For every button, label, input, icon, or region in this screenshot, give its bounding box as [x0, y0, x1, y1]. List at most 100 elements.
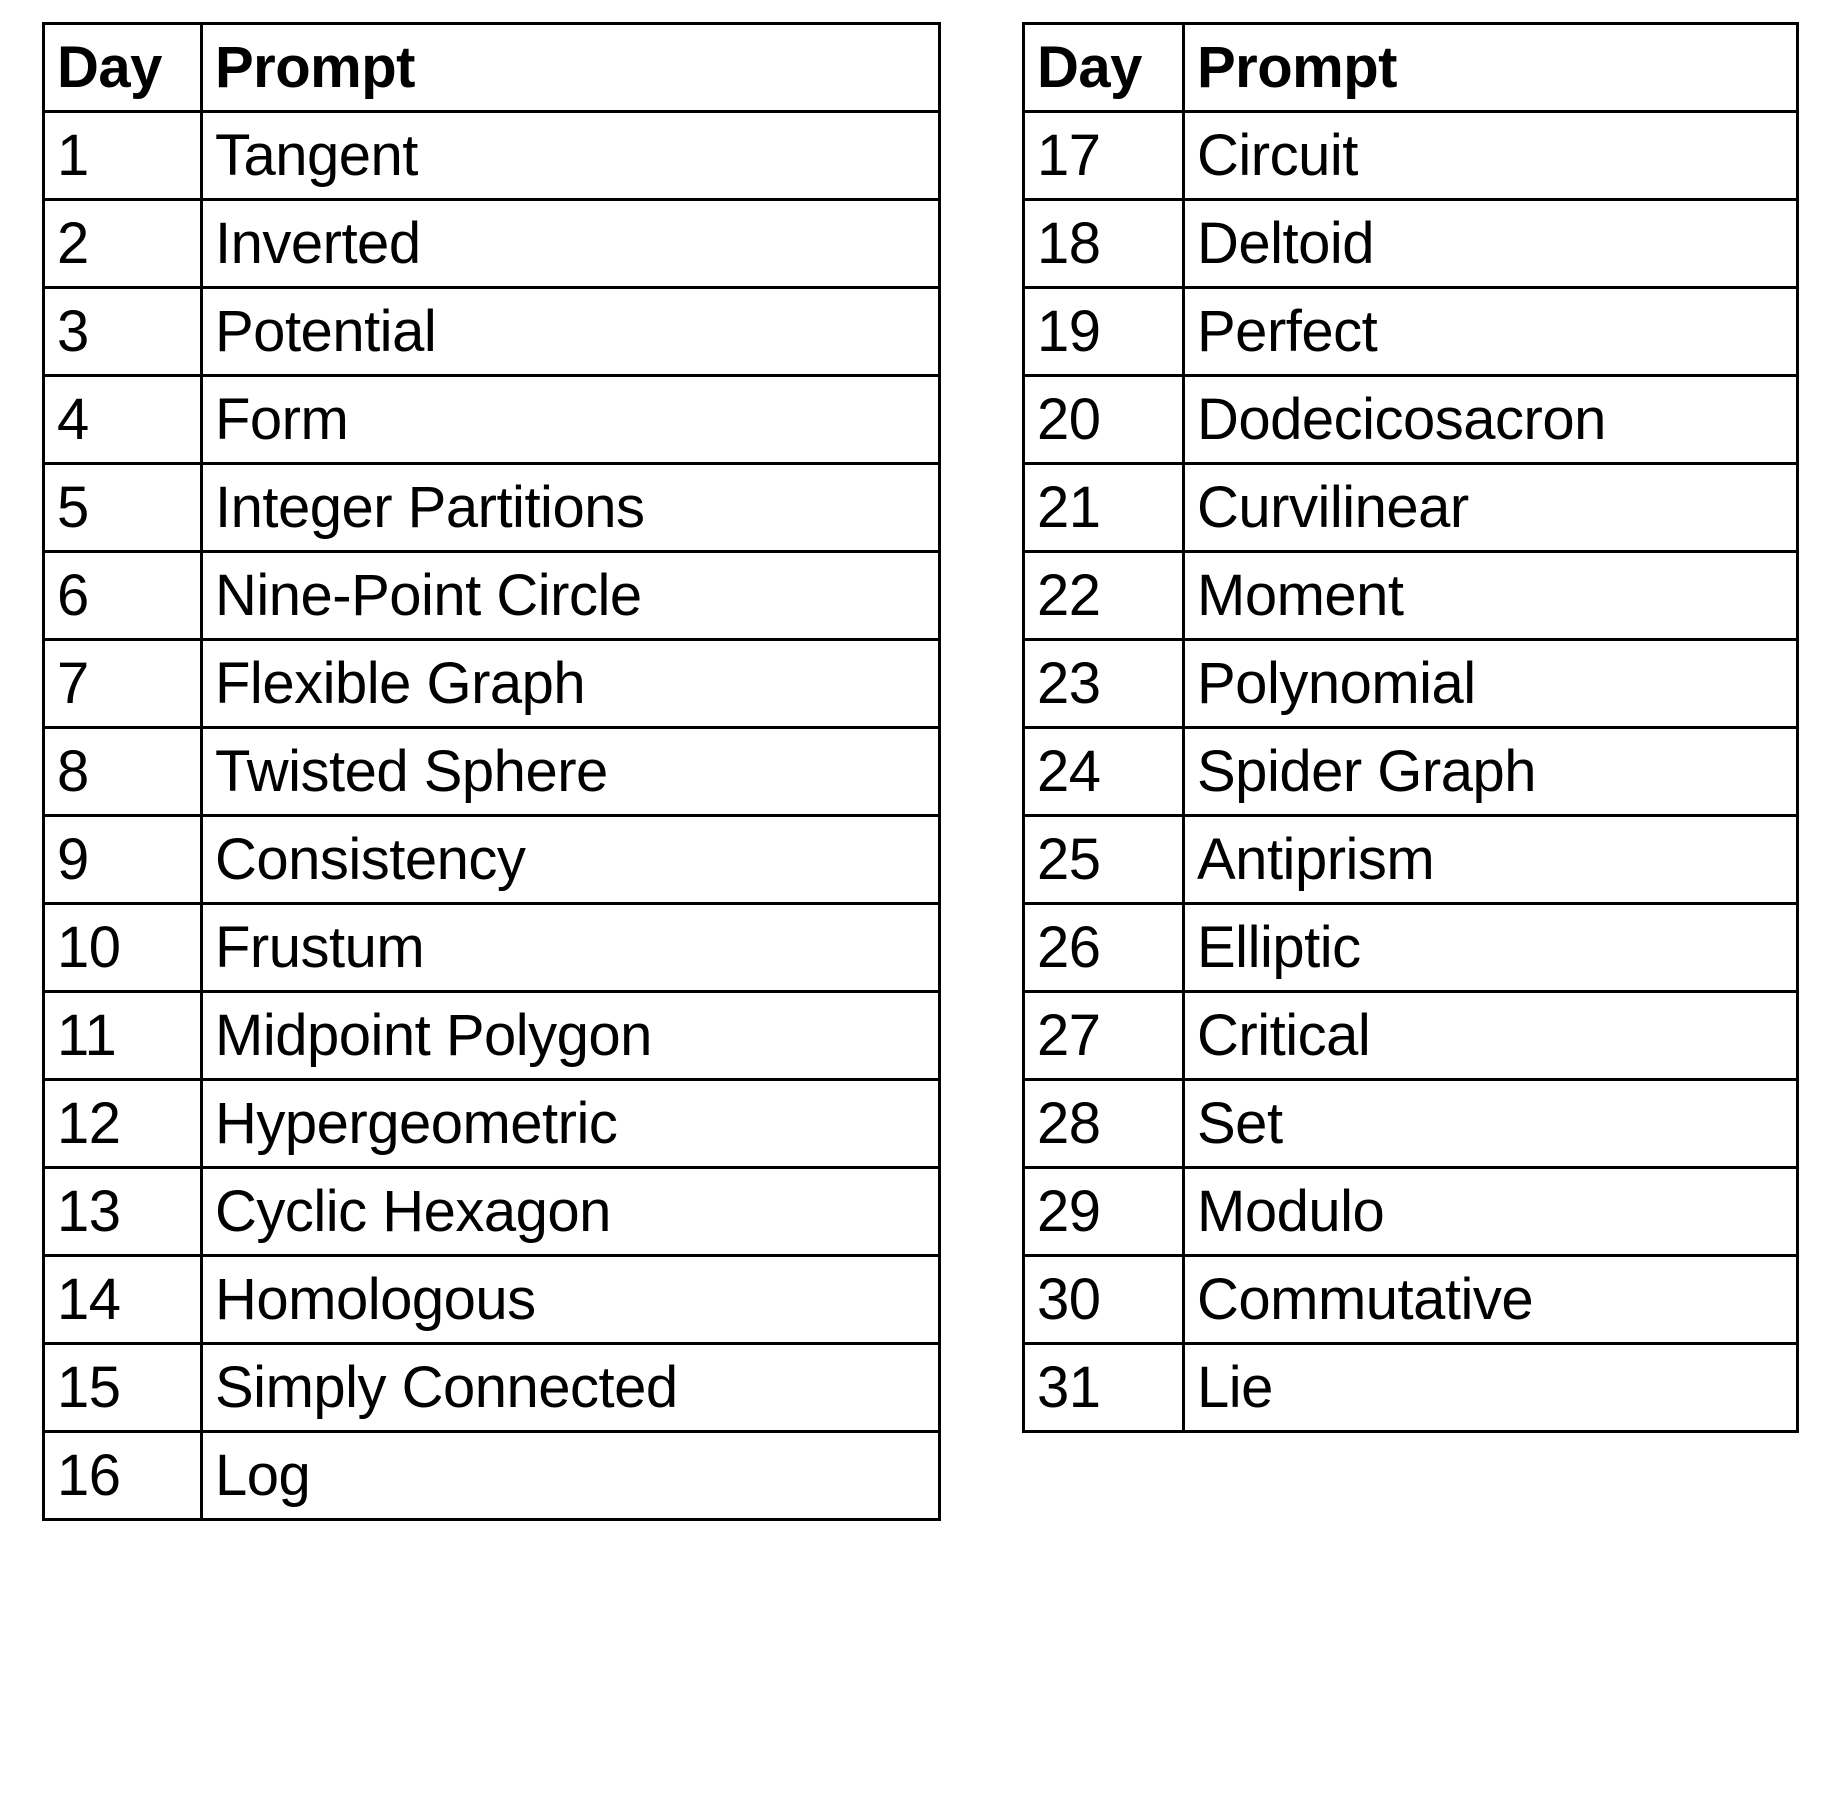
day-cell: 20 [1022, 374, 1185, 465]
table-row: 6 Nine-Point Circle [42, 550, 941, 641]
prompt-cell: Antiprism [1182, 814, 1799, 905]
tables-container: Day Prompt 1 Tangent 2 Inverted 3 Potent… [0, 0, 1824, 1810]
table-row: 10 Frustum [42, 902, 941, 993]
table-row: 4 Form [42, 374, 941, 465]
prompt-cell: Potential [200, 286, 941, 377]
table-row: 17 Circuit [1022, 110, 1799, 201]
table-row: 25 Antiprism [1022, 814, 1799, 905]
table-row: 22 Moment [1022, 550, 1799, 641]
day-cell: 6 [42, 550, 203, 641]
right-prompt-table: Day Prompt 17 Circuit 18 Deltoid 19 Perf… [1022, 22, 1799, 1433]
day-cell: 12 [42, 1078, 203, 1169]
right-table-block: Day Prompt 17 Circuit 18 Deltoid 19 Perf… [1022, 22, 1799, 1433]
prompt-cell: Midpoint Polygon [200, 990, 941, 1081]
table-row: 3 Potential [42, 286, 941, 377]
table-row: 20 Dodecicosacron [1022, 374, 1799, 465]
table-row: 7 Flexible Graph [42, 638, 941, 729]
day-cell: 17 [1022, 110, 1185, 201]
day-cell: 9 [42, 814, 203, 905]
prompt-cell: Simply Connected [200, 1342, 941, 1433]
table-row: 1 Tangent [42, 110, 941, 201]
prompt-cell: Spider Graph [1182, 726, 1799, 817]
table-row: 14 Homologous [42, 1254, 941, 1345]
day-cell: 29 [1022, 1166, 1185, 1257]
column-header-day: Day [1022, 22, 1185, 113]
day-cell: 3 [42, 286, 203, 377]
column-header-prompt: Prompt [200, 22, 941, 113]
day-cell: 5 [42, 462, 203, 553]
day-cell: 13 [42, 1166, 203, 1257]
day-cell: 28 [1022, 1078, 1185, 1169]
day-cell: 4 [42, 374, 203, 465]
table-row: 30 Commutative [1022, 1254, 1799, 1345]
table-row: 31 Lie [1022, 1342, 1799, 1433]
table-row: 11 Midpoint Polygon [42, 990, 941, 1081]
prompt-cell: Twisted Sphere [200, 726, 941, 817]
prompt-cell: Lie [1182, 1342, 1799, 1433]
prompt-cell: Critical [1182, 990, 1799, 1081]
prompt-cell: Circuit [1182, 110, 1799, 201]
prompt-cell: Inverted [200, 198, 941, 289]
table-row: 29 Modulo [1022, 1166, 1799, 1257]
table-row: 21 Curvilinear [1022, 462, 1799, 553]
prompt-cell: Log [200, 1430, 941, 1521]
table-header-row: Day Prompt [42, 22, 941, 113]
day-cell: 22 [1022, 550, 1185, 641]
column-header-prompt: Prompt [1182, 22, 1799, 113]
day-cell: 26 [1022, 902, 1185, 993]
left-table-body: 1 Tangent 2 Inverted 3 Potential 4 Form [42, 110, 941, 1521]
column-header-day: Day [42, 22, 203, 113]
day-cell: 15 [42, 1342, 203, 1433]
table-header-row: Day Prompt [1022, 22, 1799, 113]
prompt-cell: Commutative [1182, 1254, 1799, 1345]
prompt-cell: Tangent [200, 110, 941, 201]
prompt-cell: Curvilinear [1182, 462, 1799, 553]
day-cell: 1 [42, 110, 203, 201]
day-cell: 7 [42, 638, 203, 729]
right-table-body: 17 Circuit 18 Deltoid 19 Perfect 20 Dode… [1022, 110, 1799, 1433]
table-row: 23 Polynomial [1022, 638, 1799, 729]
prompt-cell: Deltoid [1182, 198, 1799, 289]
day-cell: 16 [42, 1430, 203, 1521]
prompt-cell: Polynomial [1182, 638, 1799, 729]
prompt-cell: Flexible Graph [200, 638, 941, 729]
table-row: 26 Elliptic [1022, 902, 1799, 993]
table-row: 13 Cyclic Hexagon [42, 1166, 941, 1257]
day-cell: 10 [42, 902, 203, 993]
left-prompt-table: Day Prompt 1 Tangent 2 Inverted 3 Potent… [42, 22, 941, 1521]
table-row: 27 Critical [1022, 990, 1799, 1081]
day-cell: 27 [1022, 990, 1185, 1081]
day-cell: 21 [1022, 462, 1185, 553]
prompt-cell: Homologous [200, 1254, 941, 1345]
table-row: 28 Set [1022, 1078, 1799, 1169]
table-row: 15 Simply Connected [42, 1342, 941, 1433]
prompt-cell: Consistency [200, 814, 941, 905]
day-cell: 30 [1022, 1254, 1185, 1345]
prompt-cell: Form [200, 374, 941, 465]
prompt-cell: Elliptic [1182, 902, 1799, 993]
prompt-cell: Moment [1182, 550, 1799, 641]
day-cell: 14 [42, 1254, 203, 1345]
day-cell: 25 [1022, 814, 1185, 905]
day-cell: 19 [1022, 286, 1185, 377]
day-cell: 8 [42, 726, 203, 817]
prompt-cell: Integer Partitions [200, 462, 941, 553]
day-cell: 31 [1022, 1342, 1185, 1433]
table-row: 18 Deltoid [1022, 198, 1799, 289]
table-row: 5 Integer Partitions [42, 462, 941, 553]
day-cell: 2 [42, 198, 203, 289]
prompt-cell: Set [1182, 1078, 1799, 1169]
day-cell: 11 [42, 990, 203, 1081]
prompt-cell: Nine-Point Circle [200, 550, 941, 641]
table-row: 8 Twisted Sphere [42, 726, 941, 817]
table-row: 2 Inverted [42, 198, 941, 289]
table-row: 19 Perfect [1022, 286, 1799, 377]
day-cell: 23 [1022, 638, 1185, 729]
left-table-block: Day Prompt 1 Tangent 2 Inverted 3 Potent… [42, 22, 941, 1521]
prompt-cell: Cyclic Hexagon [200, 1166, 941, 1257]
prompt-calendar-page: Day Prompt 1 Tangent 2 Inverted 3 Potent… [0, 0, 1824, 1810]
table-row: 9 Consistency [42, 814, 941, 905]
prompt-cell: Perfect [1182, 286, 1799, 377]
prompt-cell: Dodecicosacron [1182, 374, 1799, 465]
table-row: 24 Spider Graph [1022, 726, 1799, 817]
